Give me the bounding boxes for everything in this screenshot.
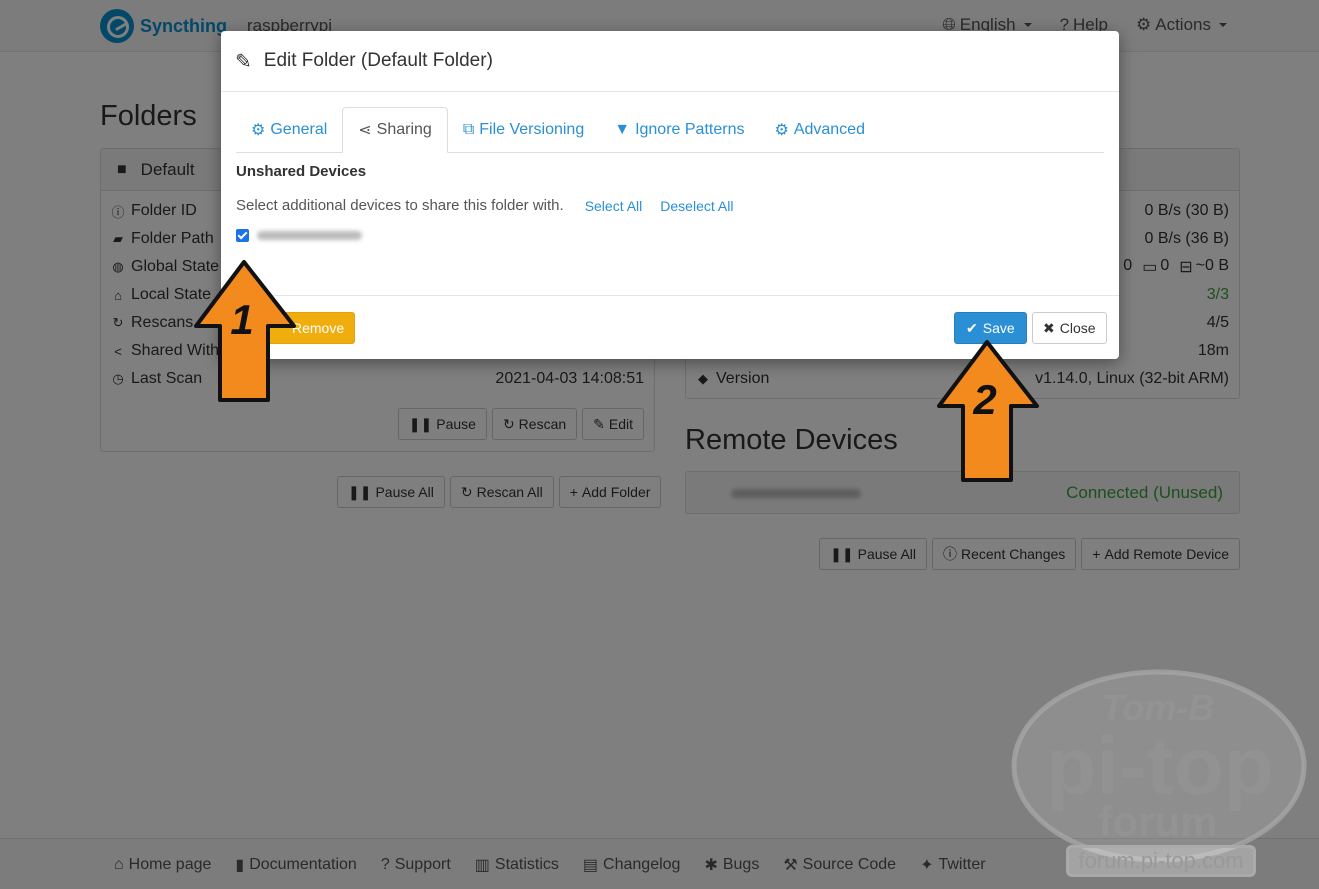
device-name-blurred bbox=[257, 231, 362, 240]
watermark-line3: forum bbox=[1099, 798, 1218, 845]
tab-label: General bbox=[270, 121, 328, 138]
tab-label: Advanced bbox=[793, 121, 865, 138]
unshared-devices-title: Unshared Devices bbox=[236, 163, 367, 180]
tab-label: Sharing bbox=[376, 121, 432, 138]
select-all-link[interactable]: Select All bbox=[585, 198, 643, 214]
modal-title: Edit Folder (Default Folder) bbox=[263, 50, 493, 71]
device-share-checkbox[interactable] bbox=[236, 229, 249, 242]
save-label: Save bbox=[982, 320, 1015, 336]
page: Syncthing raspberrypi 🌐︎English ?Help ⚙A… bbox=[0, 0, 1319, 889]
modal-body: Unshared Devices Select additional devic… bbox=[236, 163, 1104, 242]
tab-sharing[interactable]: ⋖ Sharing bbox=[342, 107, 448, 153]
tab-label: File Versioning bbox=[479, 121, 585, 138]
gear-icon: ⚙ bbox=[251, 122, 266, 139]
tab-general[interactable]: ⚙ General bbox=[236, 107, 342, 153]
pencil-icon: ✎ bbox=[235, 50, 252, 73]
tab-advanced[interactable]: ⚙ Advanced bbox=[759, 107, 880, 153]
modal-tabs: ⚙ General ⋖ Sharing ⧉ File Versioning ▼ Igno… bbox=[236, 107, 1104, 153]
remove-label: Remove bbox=[292, 320, 345, 336]
tab-label: Ignore Patterns bbox=[635, 121, 745, 138]
arrow-2-label: 2 bbox=[972, 376, 996, 423]
tab-file-versioning[interactable]: ⧉ File Versioning bbox=[448, 107, 599, 153]
copy-icon: ⧉ bbox=[462, 121, 475, 138]
watermark-url: forum.pi-top.com bbox=[1066, 845, 1256, 877]
gears-icon: ⚙ bbox=[774, 122, 789, 139]
tab-ignore-patterns[interactable]: ▼ Ignore Patterns bbox=[599, 107, 759, 153]
filter-icon: ▼ bbox=[614, 121, 631, 138]
share-icon: ⋖ bbox=[358, 122, 372, 139]
close-label: Close bbox=[1059, 320, 1096, 336]
modal-header: ✎ Edit Folder (Default Folder) bbox=[221, 31, 1119, 92]
close-button[interactable]: ✖ Close bbox=[1032, 312, 1107, 344]
annotation-arrow-2: 2 bbox=[937, 340, 1039, 482]
edit-folder-modal: ✎ Edit Folder (Default Folder) ⚙ General … bbox=[221, 31, 1119, 359]
watermark: Tom-B pi-top forum bbox=[1011, 669, 1307, 863]
share-help-text: Select additional devices to share this … bbox=[236, 197, 564, 214]
device-share-checkbox-row[interactable] bbox=[236, 229, 1104, 242]
annotation-arrow-1: 1 bbox=[194, 260, 296, 402]
check-icon: ✔ bbox=[966, 319, 978, 336]
close-icon: ✖ bbox=[1043, 319, 1055, 336]
arrow-1-label: 1 bbox=[230, 296, 253, 343]
share-help-line: Select additional devices to share this … bbox=[236, 197, 1104, 214]
deselect-all-link[interactable]: Deselect All bbox=[660, 198, 733, 214]
